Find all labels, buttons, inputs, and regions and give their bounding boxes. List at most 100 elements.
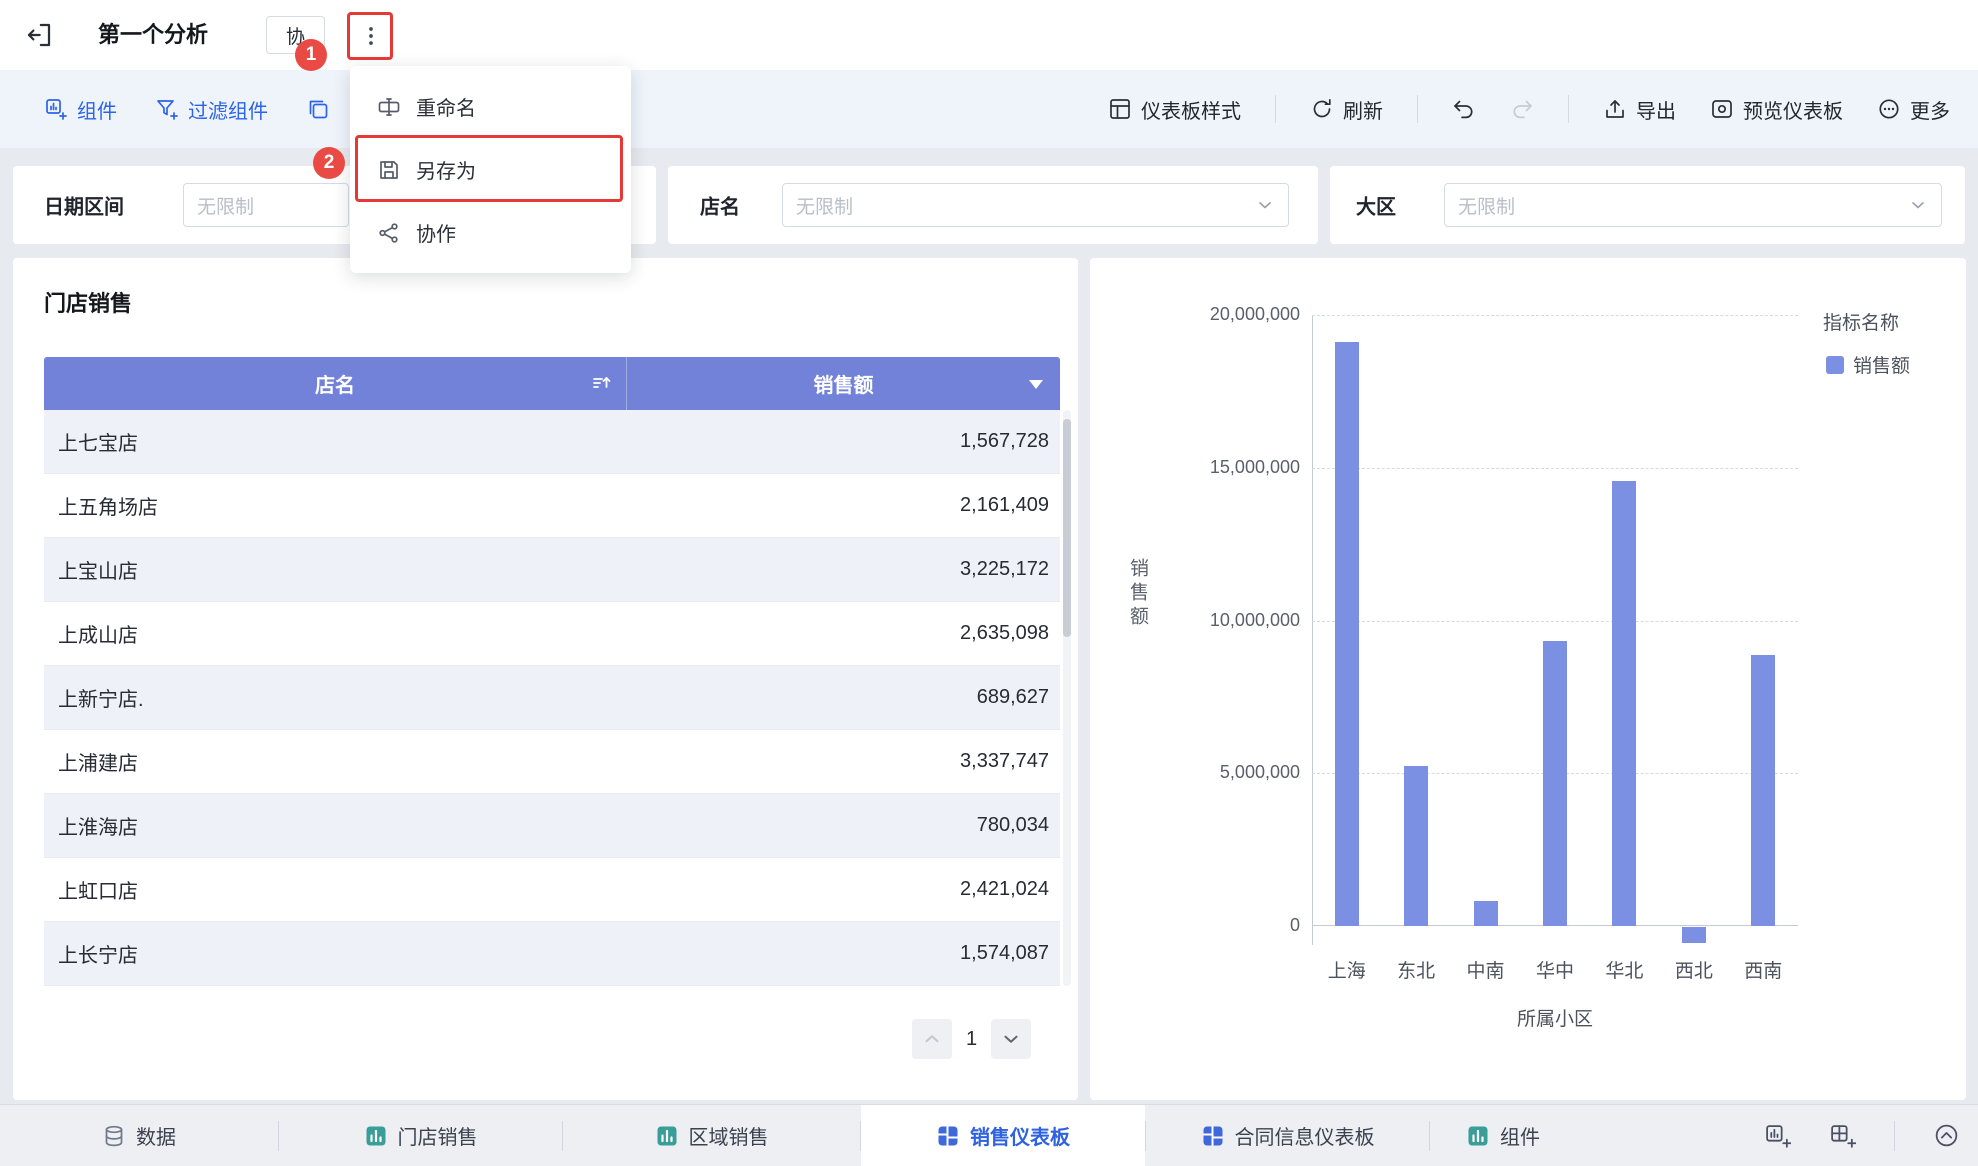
bar-西南[interactable] [1751, 654, 1776, 926]
bottom-right-actions [1764, 1105, 1960, 1166]
preview-icon [1712, 100, 1732, 118]
y-tick-label: 5,000,000 [1219, 762, 1300, 783]
y-tick-label: 20,000,000 [1209, 304, 1300, 324]
add-chart-icon[interactable] [1764, 1122, 1791, 1149]
rename-icon [378, 97, 400, 116]
sales-value-cell: 3,225,172 [960, 558, 1049, 580]
menu-item-2[interactable]: 另存为 [350, 138, 631, 201]
table-row[interactable]: 上成山店 2,635,098 [44, 602, 1060, 666]
toolbar-item-label: 预览仪表板 [1743, 100, 1843, 123]
bar-华中[interactable] [1543, 640, 1567, 926]
kebab-dropdown-menu: 重命名另存为 协作 [350, 66, 631, 273]
toolbar-item-过滤组件[interactable]: 过滤组件 [155, 95, 268, 124]
store-select[interactable]: 无限制 [782, 183, 1289, 227]
bottom-tab-合同信息仪表板[interactable]: 合同信息仪表板 [1146, 1105, 1429, 1166]
sales-value-cell: 2,161,409 [960, 494, 1049, 516]
bottom-tab-销售仪表板[interactable]: 销售仪表板 [861, 1105, 1145, 1166]
column-header-sales[interactable]: 销售额 [627, 357, 1060, 410]
region-select[interactable]: 无限制 [1444, 183, 1942, 227]
table-row[interactable]: 上宝山店 3,225,172 [44, 538, 1060, 602]
toolbar-item-undo[interactable] [1452, 97, 1476, 121]
date-range-value: 无限制 [197, 196, 255, 218]
legend-item[interactable]: 销售额 [1826, 351, 1910, 378]
chevron-up-icon [925, 1035, 939, 1043]
column-header-label: 店名 [315, 375, 355, 397]
dashboard-toolbar: 组件 过滤组件 仪表板样式 刷新 导出 预览仪表板 更多 [0, 70, 1978, 148]
tab-label: 数据 [136, 1127, 176, 1149]
toolbar-item-extra-component[interactable] [306, 97, 330, 121]
chevron-down-icon [1912, 202, 1924, 209]
toolbar-item-label: 更多 [1910, 100, 1950, 123]
collapse-icon[interactable] [1933, 1122, 1960, 1149]
column-header-store[interactable]: 店名 [44, 357, 627, 410]
bar-chart-icon [366, 1126, 385, 1145]
bottom-tab-区域销售[interactable]: 区域销售 [563, 1105, 860, 1166]
store-name-cell: 上宝山店 [58, 561, 138, 583]
store-sales-table-card: 门店销售 店名 销售额 上七宝店 1,567,728 上五角场店 2,161,409 上… [13, 258, 1078, 1100]
toolbar-left-group: 组件 过滤组件 [44, 70, 330, 148]
copy-component-icon [309, 100, 328, 119]
chevron-down-icon [1259, 202, 1271, 209]
x-tick-label: 西南 [1744, 961, 1783, 982]
divider [1275, 95, 1276, 123]
date-range-input[interactable]: 无限制 [183, 183, 349, 227]
menu-item-label: 重命名 [416, 98, 476, 120]
table-scrollbar[interactable] [1063, 410, 1071, 986]
store-name-cell: 上五角场店 [58, 497, 158, 519]
menu-item-3[interactable]: 协作 [350, 201, 631, 264]
toolbar-item-更多[interactable]: 更多 [1877, 95, 1950, 124]
table-row[interactable]: 上长宁店 1,574,087 [44, 922, 1060, 986]
triangle-down-icon[interactable] [1029, 379, 1043, 389]
menu-item-1[interactable]: 重命名 [350, 75, 631, 138]
dashboard-icon [938, 1126, 958, 1145]
toolbar-right-group: 仪表板样式 刷新 导出 预览仪表板 更多 [1108, 70, 1950, 148]
store-name-cell: 上新宁店. [58, 689, 144, 711]
collaborate-icon [379, 222, 398, 243]
table-row[interactable]: 上浦建店 3,337,747 [44, 730, 1060, 794]
toolbar-item-label: 组件 [77, 100, 117, 123]
scrollbar-thumb[interactable] [1063, 419, 1071, 637]
bottom-tab-数据[interactable]: 数据 [0, 1105, 278, 1166]
bar-华北[interactable] [1612, 480, 1637, 926]
x-tick-label: 东北 [1397, 961, 1436, 982]
toolbar-item-label: 导出 [1636, 100, 1676, 123]
sales-value-cell: 2,635,098 [960, 622, 1049, 644]
bar-西北[interactable] [1681, 927, 1706, 944]
tab-label: 销售仪表板 [970, 1127, 1070, 1149]
toolbar-item-刷新[interactable]: 刷新 [1310, 95, 1383, 124]
pagination: 1 [912, 1019, 1032, 1059]
toolbar-item-导出[interactable]: 导出 [1603, 95, 1676, 124]
table-row[interactable]: 上新宁店. 689,627 [44, 666, 1060, 730]
bar-上海[interactable] [1334, 342, 1359, 926]
divider [1417, 95, 1418, 123]
back-icon[interactable] [24, 20, 54, 50]
toolbar-item-预览仪表板[interactable]: 预览仪表板 [1710, 95, 1843, 124]
bottom-tab-组件[interactable]: 组件 [1430, 1105, 1576, 1166]
sort-icon[interactable] [591, 373, 613, 395]
tab-label: 组件 [1500, 1127, 1540, 1149]
x-axis-title: 所属小区 [1516, 1009, 1593, 1030]
table-row[interactable]: 上七宝店 1,567,728 [44, 410, 1060, 474]
divider [1568, 95, 1569, 123]
filter-component-icon [157, 100, 178, 120]
table-row[interactable]: 上淮海店 780,034 [44, 794, 1060, 858]
toolbar-item-仪表板样式[interactable]: 仪表板样式 [1108, 95, 1241, 124]
store-name-cell: 上虹口店 [58, 881, 138, 903]
bar-chart-plot[interactable] [1312, 315, 1798, 945]
page-down-button[interactable] [991, 1019, 1032, 1059]
bottom-tab-门店销售[interactable]: 门店销售 [279, 1105, 562, 1166]
export-icon [1606, 100, 1624, 118]
toolbar-item-组件[interactable]: 组件 [44, 95, 117, 124]
filter-label: 日期区间 [44, 196, 124, 219]
bar-东北[interactable] [1404, 765, 1429, 926]
bar-中南[interactable] [1473, 900, 1498, 926]
x-tick-label: 上海 [1327, 961, 1366, 982]
table-row[interactable]: 上虹口店 2,421,024 [44, 858, 1060, 922]
divider [1894, 1120, 1895, 1151]
toolbar-item-redo [1510, 97, 1534, 121]
kebab-menu-icon[interactable] [352, 16, 390, 56]
undo-icon [1454, 100, 1473, 119]
page-up-button[interactable] [912, 1019, 952, 1059]
add-dashboard-icon[interactable] [1829, 1122, 1856, 1149]
table-row[interactable]: 上五角场店 2,161,409 [44, 474, 1060, 538]
